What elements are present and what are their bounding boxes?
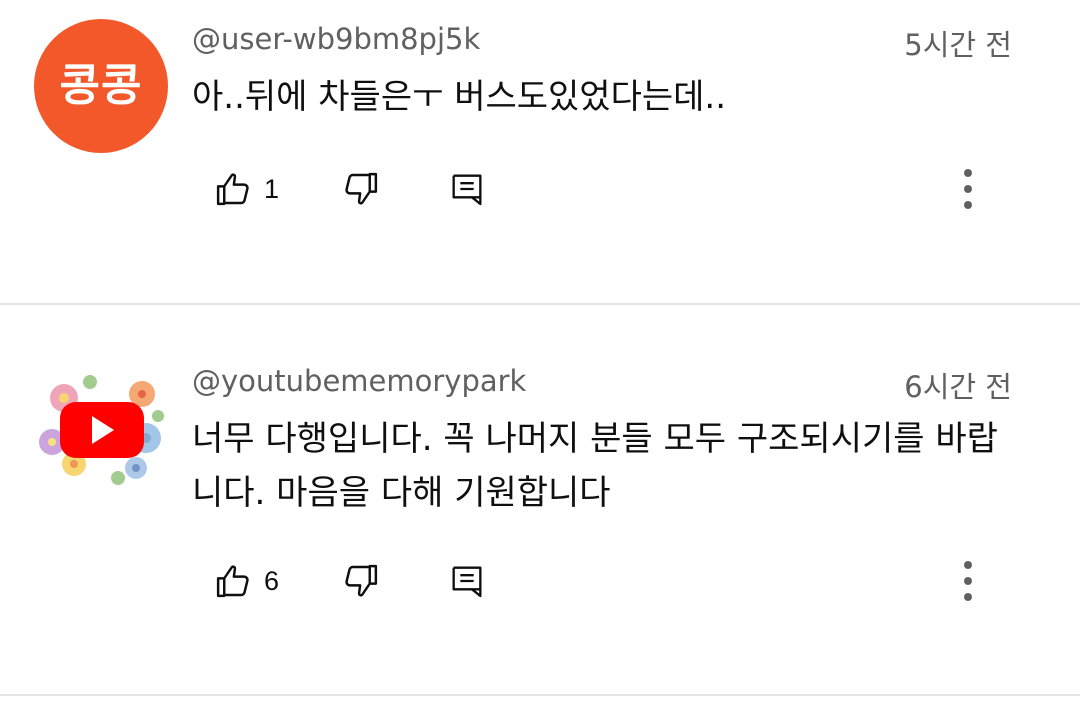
youtube-logo-with-flowers-image (34, 360, 168, 494)
reply-icon (447, 561, 487, 601)
avatar-text: 콩콩 (59, 60, 143, 111)
like-button[interactable]: 6 (212, 551, 279, 611)
like-button[interactable]: 1 (212, 159, 279, 219)
comment-text: 아..뒤에 차들은ㅜ 버스도있었다는데.. (192, 77, 727, 117)
reply-button[interactable] (447, 551, 487, 611)
comment-author-handle[interactable]: @youtubememorypark (192, 364, 526, 398)
reply-button[interactable] (447, 159, 487, 219)
comment-actions: 1 (0, 159, 1080, 219)
comment-author-handle[interactable]: @user-wb9bm8pj5k (192, 22, 480, 56)
comment-item: 콩콩 @user-wb9bm8pj5k 5시간 전 아..뒤에 차들은ㅜ 버스도… (0, 0, 1080, 303)
reply-icon (447, 169, 487, 209)
more-options-button[interactable] (946, 159, 990, 219)
thumb-down-icon (340, 560, 382, 602)
avatar[interactable] (34, 360, 168, 494)
comment-actions: 6 (0, 551, 1080, 611)
thumb-down-icon (340, 168, 382, 210)
comment-timestamp: 6시간 전 (904, 370, 1012, 404)
like-count: 6 (264, 565, 280, 596)
like-count: 1 (264, 173, 280, 204)
more-vert-icon (962, 167, 974, 211)
more-options-button[interactable] (946, 551, 990, 611)
dislike-button[interactable] (340, 551, 382, 611)
comment-item: @youtubememorypark 6시간 전 너무 다행입니다. 꼭 나머지… (0, 305, 1080, 695)
comment-text: 너무 다행입니다. 꼭 나머지 분들 모두 구조되시기를 바랍니다. 마음을 다… (192, 419, 998, 513)
more-vert-icon (962, 559, 974, 603)
avatar[interactable]: 콩콩 (34, 19, 168, 153)
thumb-up-icon (212, 560, 254, 602)
divider (0, 694, 1080, 696)
thumb-up-icon (212, 168, 254, 210)
comment-timestamp: 5시간 전 (904, 28, 1012, 62)
dislike-button[interactable] (340, 159, 382, 219)
